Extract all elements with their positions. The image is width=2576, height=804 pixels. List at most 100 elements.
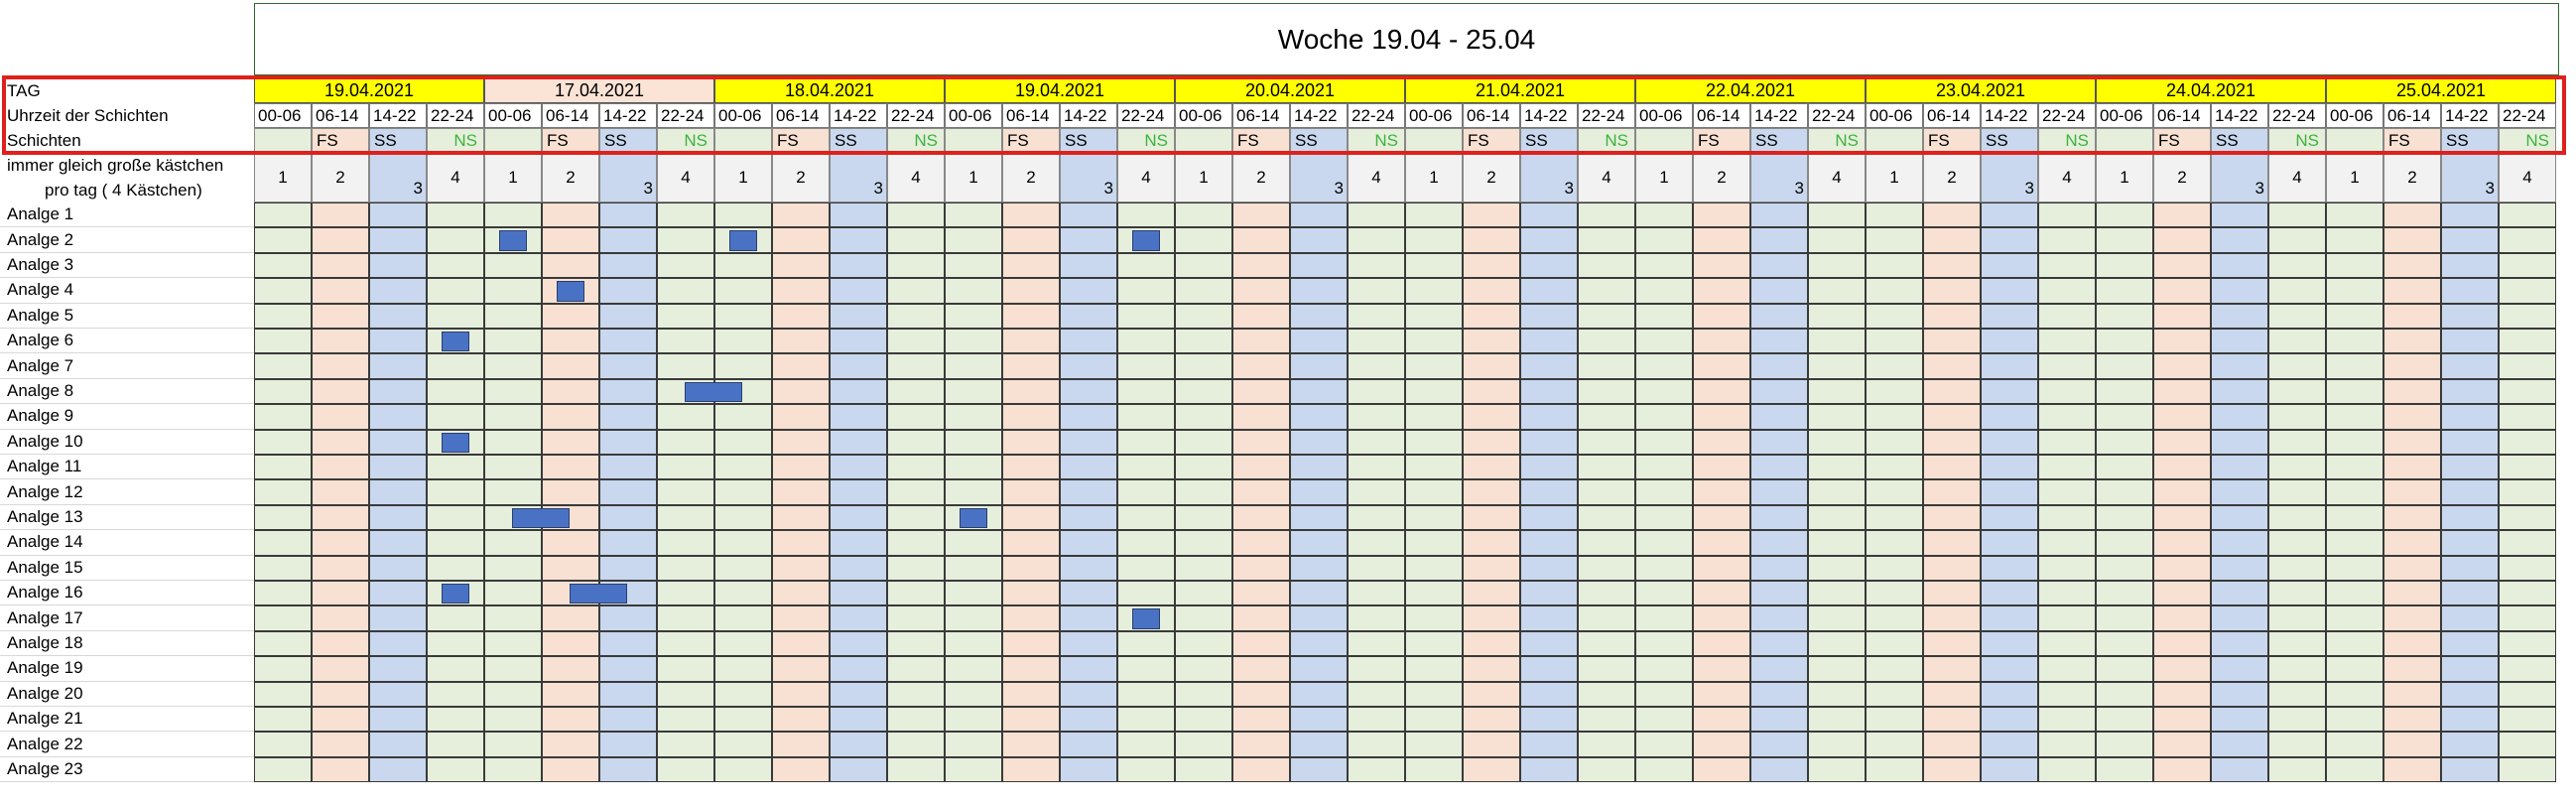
grid-cell[interactable] [542,455,599,480]
grid-cell[interactable] [830,530,887,556]
grid-cell[interactable] [1520,504,1578,531]
grid-cell[interactable] [2441,707,2499,733]
grid-cell[interactable] [599,756,657,783]
grid-cell[interactable] [1520,429,1578,455]
grid-cell[interactable] [1002,353,1060,379]
grid-cell[interactable] [1405,378,1463,405]
grid-cell[interactable] [945,756,1002,783]
grid-cell[interactable] [2383,756,2441,783]
grid-cell[interactable] [1635,605,1693,631]
grid-cell[interactable] [1750,404,1808,430]
grid-cell[interactable] [1923,353,1981,379]
grid-cell[interactable] [1117,756,1175,783]
grid-cell[interactable] [1060,278,1117,304]
shift-cell[interactable]: NS [1808,128,1866,153]
grid-cell[interactable] [1348,404,1405,430]
grid-cell[interactable] [542,681,599,707]
grid-cell[interactable] [1808,504,1866,531]
shift-cell[interactable]: SS [369,128,427,153]
grid-cell[interactable] [1866,681,1923,707]
grid-cell[interactable] [1117,504,1175,531]
grid-cell[interactable] [369,581,427,606]
grid-cell[interactable] [2038,278,2096,304]
grid-cell[interactable] [2441,630,2499,657]
slot-number-cell[interactable]: 2 [312,153,369,202]
grid-cell[interactable] [1923,681,1981,707]
grid-cell[interactable] [2096,227,2153,253]
grid-cell[interactable] [1635,429,1693,455]
grid-cell[interactable] [830,504,887,531]
grid-cell[interactable] [1693,227,1750,253]
grid-cell[interactable] [1981,707,2038,733]
grid-cell[interactable] [945,278,1002,304]
grid-cell[interactable] [599,329,657,354]
row-label-anlage[interactable]: Analge 10 [0,430,254,455]
grid-cell[interactable] [1635,555,1693,581]
day-date-cell[interactable]: 19.04.2021 [254,78,484,103]
slot-number-cell[interactable]: 4 [2268,153,2326,202]
grid-cell[interactable] [2153,555,2211,581]
grid-cell[interactable] [1635,707,1693,733]
grid-cell[interactable] [484,202,542,228]
grid-cell[interactable] [657,504,714,531]
time-slot-cell[interactable]: 06-14 [2153,103,2211,128]
grid-cell[interactable] [427,530,484,556]
shift-cell[interactable] [1866,128,1923,153]
time-slot-cell[interactable]: 14-22 [599,103,657,128]
grid-cell[interactable] [542,202,599,228]
grid-cell[interactable] [830,707,887,733]
grid-cell[interactable] [1866,555,1923,581]
grid-cell[interactable] [1693,202,1750,228]
grid-cell[interactable] [2153,278,2211,304]
grid-cell[interactable] [254,630,312,657]
grid-cell[interactable] [254,404,312,430]
grid-cell[interactable] [1405,479,1463,505]
grid-cell[interactable] [1750,329,1808,354]
shift-cell[interactable] [2096,128,2153,153]
grid-cell[interactable] [2326,605,2383,631]
grid-cell[interactable] [2499,630,2556,657]
grid-cell[interactable] [1002,329,1060,354]
grid-cell[interactable] [1232,656,1290,682]
grid-cell[interactable] [1750,252,1808,279]
grid-cell[interactable] [772,504,830,531]
grid-cell[interactable] [2153,353,2211,379]
grid-cell[interactable] [1981,605,2038,631]
grid-cell[interactable] [1405,252,1463,279]
shift-cell[interactable]: SS [1981,128,2038,153]
grid-cell[interactable] [599,455,657,480]
grid-cell[interactable] [2096,656,2153,682]
slot-number-cell[interactable]: 1 [254,153,312,202]
grid-cell[interactable] [2499,555,2556,581]
grid-cell[interactable] [1463,329,1520,354]
grid-cell[interactable] [1866,227,1923,253]
grid-cell[interactable] [1635,353,1693,379]
grid-cell[interactable] [2383,581,2441,606]
grid-cell[interactable] [1463,707,1520,733]
grid-cell[interactable] [254,605,312,631]
grid-cell[interactable] [254,479,312,505]
time-slot-cell[interactable]: 22-24 [1348,103,1405,128]
grid-cell[interactable] [1866,504,1923,531]
grid-cell[interactable] [369,429,427,455]
grid-cell[interactable] [1060,353,1117,379]
grid-cell[interactable] [657,581,714,606]
grid-cell[interactable] [2383,681,2441,707]
grid-cell[interactable] [2441,656,2499,682]
grid-cell[interactable] [2268,353,2326,379]
grid-cell[interactable] [1578,605,1635,631]
grid-cell[interactable] [1520,681,1578,707]
grid-cell[interactable] [2383,202,2441,228]
grid-cell[interactable] [1923,227,1981,253]
grid-cell[interactable] [1232,555,1290,581]
grid-cell[interactable] [2326,278,2383,304]
grid-cell[interactable] [1290,732,1348,757]
schedule-block[interactable] [442,432,469,453]
day-date-cell[interactable]: 18.04.2021 [714,78,945,103]
grid-cell[interactable] [1232,504,1290,531]
grid-cell[interactable] [1578,479,1635,505]
grid-cell[interactable] [945,656,1002,682]
grid-cell[interactable] [1635,278,1693,304]
grid-cell[interactable] [945,732,1002,757]
grid-cell[interactable] [945,630,1002,657]
